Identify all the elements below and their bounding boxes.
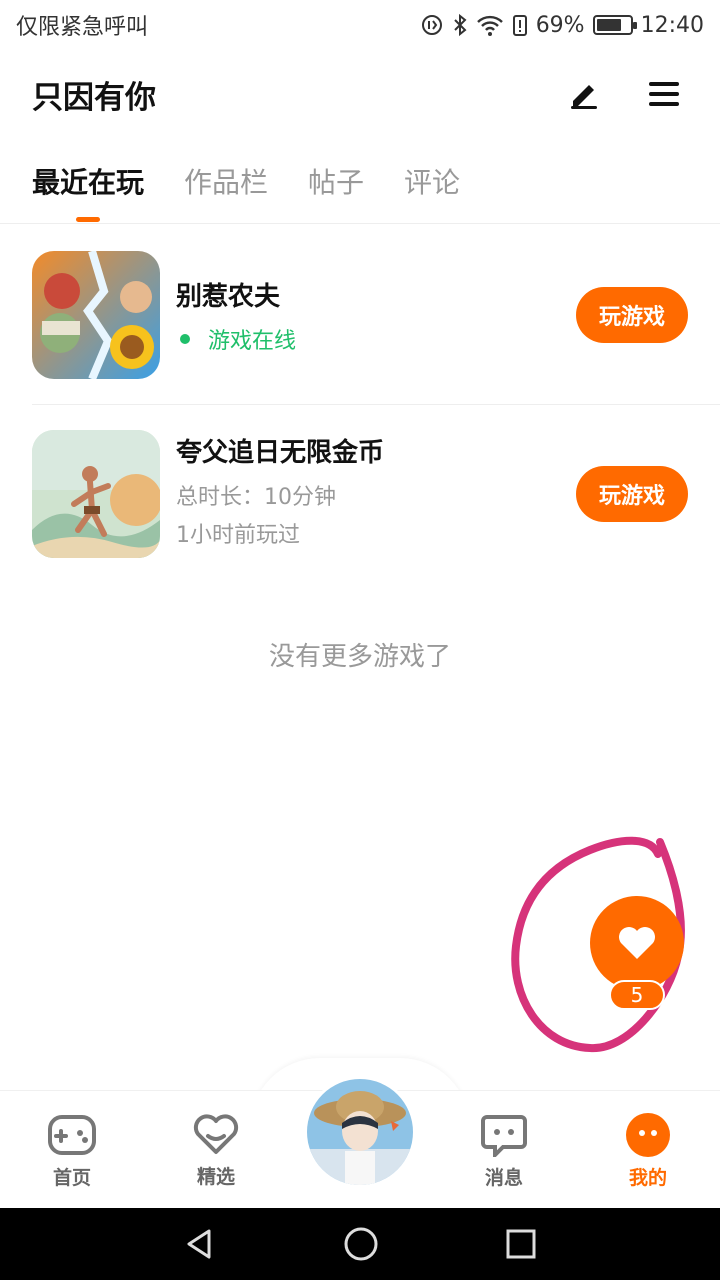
tab-posts[interactable]: 帖子 [308,148,364,214]
heart-icon [619,927,655,959]
tab-works[interactable]: 作品栏 [184,148,268,214]
data-saver-icon [420,13,444,37]
gamepad-icon [48,1115,96,1155]
nav-label: 精选 [196,1166,235,1188]
home-circle-icon[interactable] [343,1226,379,1262]
tab-indicator [76,217,100,222]
system-nav-bar [0,1208,720,1280]
play-game-button[interactable]: 玩游戏 [576,287,688,343]
recents-square-icon[interactable] [505,1228,537,1260]
hamburger-icon[interactable] [640,70,688,118]
nav-label: 我的 [628,1167,667,1189]
battery-icon [592,15,637,35]
page-title: 只因有你 [32,79,156,116]
battery-percent: 69% [535,12,585,38]
nav-label: 消息 [484,1167,523,1189]
tab-label: 最近在玩 [32,166,145,199]
status-bar: 仅限紧急呼叫 69% 12:40 [0,0,720,50]
nav-home[interactable]: 首页 [0,1091,144,1208]
list-item[interactable]: 夸父追日无限金币 总时长：10分钟 1小时前玩过 玩游戏 [32,404,720,582]
game-thumbnail[interactable] [32,429,160,558]
tab-bar: 最近在玩 作品栏 帖子 评论 [0,148,720,224]
last-played: 1小时前玩过 [176,523,300,548]
like-widget: 5 [510,836,690,1056]
tab-recent[interactable]: 最近在玩 [32,148,145,222]
chat-icon [481,1115,527,1157]
status-text: 游戏在线 [208,328,297,354]
bluetooth-icon [452,13,468,37]
back-icon[interactable] [183,1227,217,1261]
tab-label: 作品栏 [184,166,269,199]
nav-mine[interactable]: 我的 [576,1091,720,1208]
play-game-button[interactable]: 玩游戏 [576,465,688,522]
avatar[interactable] [304,1076,416,1188]
tab-comments[interactable]: 评论 [404,148,460,214]
clock: 12:40 [640,12,704,38]
game-list: 别惹农夫 游戏在线 玩游戏 夸父追日无限金币 总时长：10分钟 1小时前玩过 玩… [0,226,720,582]
nav-featured[interactable]: 精选 [144,1091,288,1208]
battery-alert-icon [512,13,528,37]
like-button[interactable] [590,896,684,990]
game-name: 夸父追日无限金币 [176,438,385,468]
nav-messages[interactable]: 消息 [432,1091,576,1208]
like-count: 5 [609,980,665,1010]
wifi-icon [476,13,504,37]
heart-outline-icon [193,1114,239,1154]
tab-label: 帖子 [308,166,365,199]
nav-label: 首页 [52,1167,91,1189]
header: 只因有你 [0,56,720,132]
pen-icon[interactable] [560,70,608,118]
carrier-text: 仅限紧急呼叫 [16,15,149,40]
no-more-games-text: 没有更多游戏了 [268,642,451,672]
game-thumbnail[interactable] [32,251,160,379]
tab-label: 评论 [404,166,461,199]
list-item[interactable]: 别惹农夫 游戏在线 玩游戏 [0,226,720,404]
online-dot-icon [180,333,190,344]
more-dots-icon [626,1113,670,1157]
